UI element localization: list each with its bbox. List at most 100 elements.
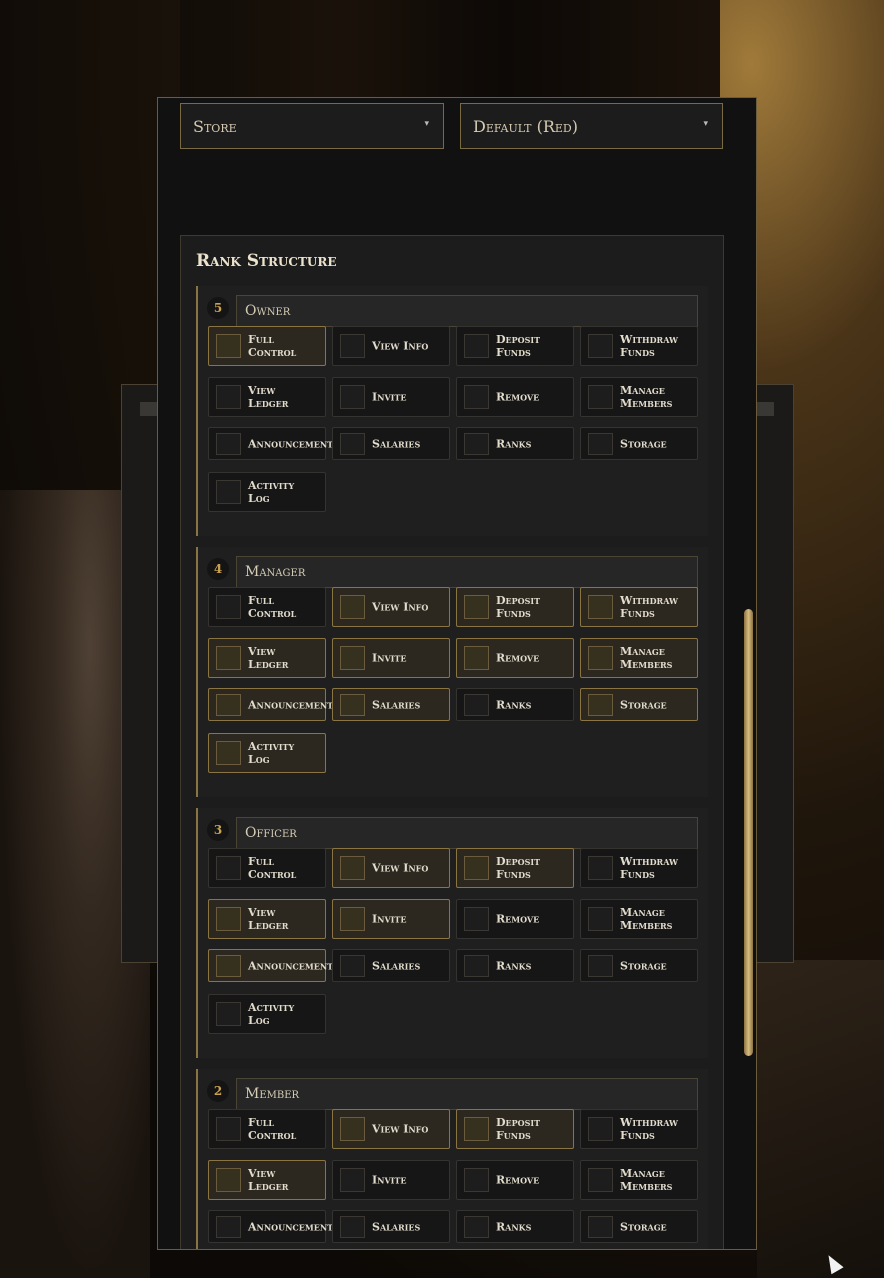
permission-toggle-activity-log[interactable]: Activity Log xyxy=(208,733,326,773)
permission-label: Full Control xyxy=(248,855,297,881)
permission-toggle-deposit-funds[interactable]: Deposit Funds xyxy=(456,848,574,888)
checkbox-icon xyxy=(216,646,241,670)
permission-toggle-full-control[interactable]: Full Control xyxy=(208,848,326,888)
permission-toggle-remove[interactable]: Remove xyxy=(456,377,574,417)
permission-label: Deposit Funds xyxy=(496,594,541,620)
rank-number-badge: 4 xyxy=(207,558,229,580)
permission-toggle-view-ledger[interactable]: View Ledger xyxy=(208,377,326,417)
background-panel-bar-right xyxy=(757,402,774,416)
permission-toggle-storage[interactable]: Storage xyxy=(580,949,698,982)
checkbox-icon xyxy=(216,1216,241,1238)
permission-label: View Info xyxy=(372,600,429,614)
business-type-dropdown[interactable]: Store ▾ xyxy=(180,103,444,149)
checkbox-icon xyxy=(216,433,241,455)
permission-label: Deposit Funds xyxy=(496,855,541,881)
permission-label: Remove xyxy=(496,1173,540,1187)
permission-toggle-ranks[interactable]: Ranks xyxy=(456,1210,574,1243)
permission-toggle-ranks[interactable]: Ranks xyxy=(456,688,574,721)
rank-name-input[interactable]: Officer xyxy=(236,817,698,849)
permission-toggle-announcements[interactable]: Announcements xyxy=(208,427,339,460)
rank-name-input[interactable]: Owner xyxy=(236,295,698,327)
permission-toggle-activity-log[interactable]: Activity Log xyxy=(208,472,326,512)
permission-toggle-storage[interactable]: Storage xyxy=(580,427,698,460)
checkbox-icon xyxy=(216,385,241,409)
checkbox-icon xyxy=(588,907,613,931)
permission-toggle-manage-members[interactable]: Manage Members xyxy=(580,899,698,939)
permission-toggle-invite[interactable]: Invite xyxy=(332,1160,450,1200)
permission-label: Manage Members xyxy=(620,645,673,671)
permission-label: Full Control xyxy=(248,1116,297,1142)
permission-toggle-salaries[interactable]: Salaries xyxy=(332,688,450,721)
permission-toggle-view-info[interactable]: View Info xyxy=(332,848,450,888)
permission-toggle-manage-members[interactable]: Manage Members xyxy=(580,638,698,678)
permission-toggle-view-ledger[interactable]: View Ledger xyxy=(208,1160,326,1200)
permission-toggle-invite[interactable]: Invite xyxy=(332,638,450,678)
permission-label: View Ledger xyxy=(248,1167,289,1193)
permission-label: Salaries xyxy=(372,437,421,450)
permission-label: Announcements xyxy=(248,437,339,450)
permission-toggle-remove[interactable]: Remove xyxy=(456,638,574,678)
permission-label: Remove xyxy=(496,651,540,665)
checkbox-icon xyxy=(216,856,241,880)
permission-toggle-storage[interactable]: Storage xyxy=(580,1210,698,1243)
permission-toggle-announcements[interactable]: Announcements xyxy=(208,949,339,982)
rank-name-input[interactable]: Member xyxy=(236,1078,698,1110)
checkbox-icon xyxy=(588,334,613,358)
permission-toggle-ranks[interactable]: Ranks xyxy=(456,427,574,460)
permission-toggle-full-control[interactable]: Full Control xyxy=(208,587,326,627)
permission-toggle-deposit-funds[interactable]: Deposit Funds xyxy=(456,1109,574,1149)
permission-toggle-view-info[interactable]: View Info xyxy=(332,326,450,366)
checkbox-icon xyxy=(216,694,241,716)
permission-toggle-view-info[interactable]: View Info xyxy=(332,587,450,627)
checkbox-icon xyxy=(464,907,489,931)
permission-toggle-view-ledger[interactable]: View Ledger xyxy=(208,638,326,678)
checkbox-icon xyxy=(216,334,241,358)
permission-toggle-remove[interactable]: Remove xyxy=(456,1160,574,1200)
checkbox-icon xyxy=(588,595,613,619)
checkbox-icon xyxy=(216,480,241,504)
permission-toggle-salaries[interactable]: Salaries xyxy=(332,1210,450,1243)
checkbox-icon xyxy=(588,856,613,880)
business-type-value: Store xyxy=(193,116,237,136)
checkbox-icon xyxy=(464,595,489,619)
permission-label: Invite xyxy=(372,1173,407,1187)
checkbox-icon xyxy=(464,433,489,455)
checkbox-icon xyxy=(340,1168,365,1192)
checkbox-icon xyxy=(340,646,365,670)
permission-toggle-invite[interactable]: Invite xyxy=(332,377,450,417)
permission-toggle-deposit-funds[interactable]: Deposit Funds xyxy=(456,587,574,627)
checkbox-icon xyxy=(216,1117,241,1141)
permission-toggle-ranks[interactable]: Ranks xyxy=(456,949,574,982)
permission-toggle-full-control[interactable]: Full Control xyxy=(208,1109,326,1149)
permission-toggle-withdraw-funds[interactable]: Withdraw Funds xyxy=(580,326,698,366)
permission-toggle-view-info[interactable]: View Info xyxy=(332,1109,450,1149)
permission-label: Invite xyxy=(372,912,407,926)
scrollbar-thumb[interactable] xyxy=(744,609,753,1056)
permission-toggle-activity-log[interactable]: Activity Log xyxy=(208,994,326,1034)
permission-toggle-invite[interactable]: Invite xyxy=(332,899,450,939)
permission-toggle-full-control[interactable]: Full Control xyxy=(208,326,326,366)
permission-label: Storage xyxy=(620,698,667,711)
permission-toggle-view-ledger[interactable]: View Ledger xyxy=(208,899,326,939)
color-dropdown[interactable]: Default (Red) ▾ xyxy=(460,103,723,149)
permission-label: Activity Log xyxy=(248,1001,295,1027)
permission-toggle-announcements[interactable]: Announcements xyxy=(208,1210,339,1243)
permission-toggle-storage[interactable]: Storage xyxy=(580,688,698,721)
permission-toggle-manage-members[interactable]: Manage Members xyxy=(580,377,698,417)
permission-toggle-manage-members[interactable]: Manage Members xyxy=(580,1160,698,1200)
rank-name-input[interactable]: Manager xyxy=(236,556,698,588)
permission-toggle-withdraw-funds[interactable]: Withdraw Funds xyxy=(580,848,698,888)
permission-label: Full Control xyxy=(248,333,297,359)
checkbox-icon xyxy=(216,955,241,977)
permission-toggle-deposit-funds[interactable]: Deposit Funds xyxy=(456,326,574,366)
permission-label: Manage Members xyxy=(620,1167,673,1193)
permission-toggle-remove[interactable]: Remove xyxy=(456,899,574,939)
permission-label: Activity Log xyxy=(248,479,295,505)
permission-toggle-withdraw-funds[interactable]: Withdraw Funds xyxy=(580,1109,698,1149)
permission-toggle-withdraw-funds[interactable]: Withdraw Funds xyxy=(580,587,698,627)
permission-label: View Info xyxy=(372,339,429,353)
checkbox-icon xyxy=(464,1216,489,1238)
permission-toggle-salaries[interactable]: Salaries xyxy=(332,949,450,982)
permission-toggle-announcements[interactable]: Announcements xyxy=(208,688,339,721)
permission-toggle-salaries[interactable]: Salaries xyxy=(332,427,450,460)
